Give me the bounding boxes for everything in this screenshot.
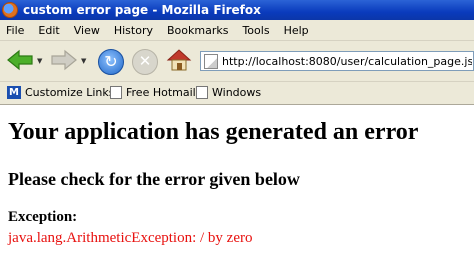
menu-bar: File Edit View History Bookmarks Tools H… — [0, 20, 474, 41]
menu-bookmarks[interactable]: Bookmarks — [160, 24, 235, 37]
bookmarks-toolbar: M Customize Links Free Hotmail Windows — [0, 82, 474, 105]
menu-edit[interactable]: Edit — [31, 24, 66, 37]
error-subheading: Please check for the error given below — [8, 169, 300, 189]
menu-file[interactable]: File — [0, 24, 31, 37]
exception-label: Exception: — [8, 209, 78, 225]
error-heading: Your application has generated an error — [8, 119, 419, 145]
reload-button[interactable]: ↻ — [98, 49, 124, 75]
forward-button[interactable] — [50, 49, 78, 71]
navigation-toolbar: ▼ ▼ ↻ ✕ — [0, 41, 474, 82]
bookmark-label: Windows — [212, 86, 262, 99]
page-icon — [110, 86, 122, 99]
back-icon — [7, 49, 33, 71]
forward-icon — [51, 49, 77, 71]
bookmark-label: Free Hotmail — [126, 86, 196, 99]
stop-button[interactable]: ✕ — [132, 49, 158, 75]
menu-view[interactable]: View — [67, 24, 107, 37]
m-icon: M — [7, 86, 21, 99]
reload-icon: ↻ — [104, 52, 118, 71]
page-icon — [196, 86, 208, 99]
menu-help[interactable]: Help — [277, 24, 316, 37]
back-history-dropdown-icon[interactable]: ▼ — [37, 57, 42, 65]
bookmark-label: Customize Links — [25, 86, 115, 99]
menu-tools[interactable]: Tools — [235, 24, 276, 37]
bookmark-free-hotmail[interactable]: Free Hotmail — [110, 86, 196, 99]
page-content: Your application has generated an error … — [0, 105, 474, 275]
window-title-bar: custom error page - Mozilla Firefox — [0, 0, 474, 20]
home-button[interactable] — [166, 48, 192, 72]
stop-icon: ✕ — [138, 52, 152, 70]
window-title: custom error page - Mozilla Firefox — [23, 3, 261, 17]
forward-history-dropdown-icon[interactable]: ▼ — [81, 57, 86, 65]
exception-message: java.lang.ArithmeticException: / by zero — [8, 230, 253, 246]
menu-history[interactable]: History — [107, 24, 160, 37]
firefox-icon — [2, 2, 18, 18]
page-icon — [204, 53, 218, 69]
url-input[interactable] — [222, 54, 472, 68]
address-bar[interactable] — [200, 51, 474, 71]
bookmark-customize-links[interactable]: M Customize Links — [7, 86, 115, 99]
home-icon — [166, 49, 192, 71]
bookmark-windows[interactable]: Windows — [196, 86, 261, 99]
back-button[interactable] — [6, 49, 34, 71]
